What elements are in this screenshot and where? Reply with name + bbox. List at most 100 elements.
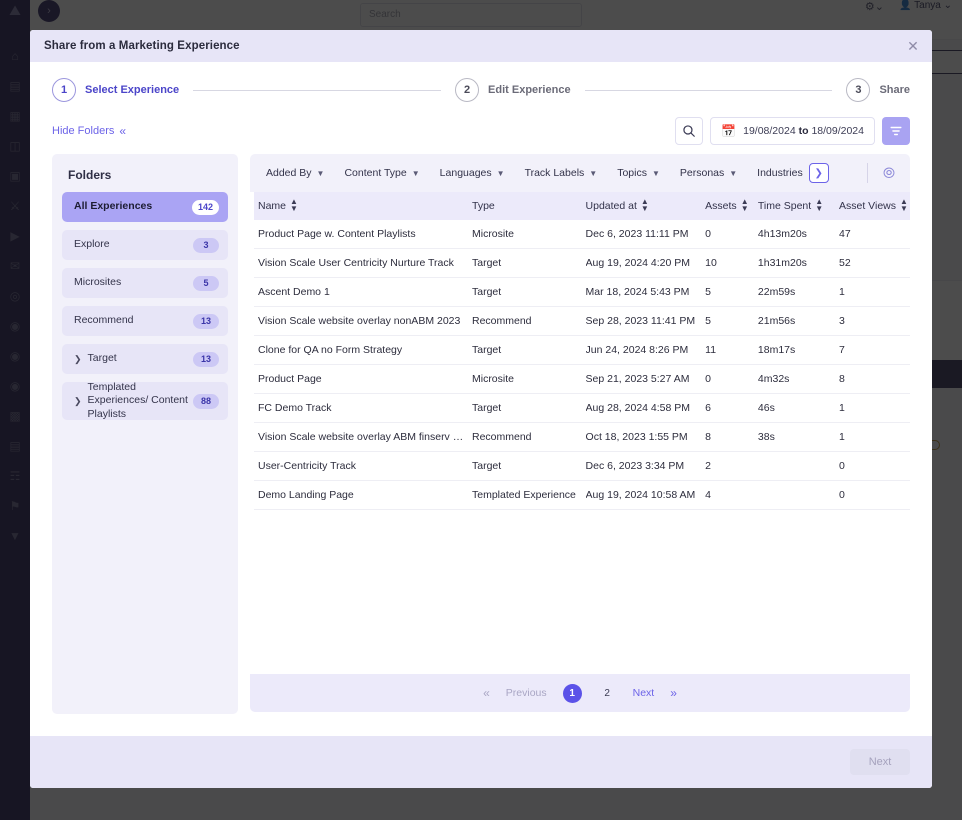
table-row[interactable]: Ascent Demo 1 Target Mar 18, 2024 5:43 PM 5… <box>254 277 910 307</box>
table-row[interactable]: Product Page w. Content Playlists Microsi… <box>254 219 910 249</box>
chevron-right-icon[interactable]: ❯ <box>74 396 82 407</box>
cell-views: 8 <box>839 364 910 394</box>
step-3-label: Share <box>879 84 911 96</box>
pagination-first-button[interactable]: « <box>483 686 490 700</box>
pagination-last-button[interactable]: » <box>670 686 677 700</box>
column-header-type[interactable]: Type <box>472 192 586 220</box>
chevron-down-icon: ▼ <box>589 168 598 178</box>
cell-assets: 0 <box>705 219 758 249</box>
sort-icon[interactable]: ▲ ▼ <box>290 198 298 213</box>
table-row[interactable]: Vision Scale website overlay ABM finserv… <box>254 422 910 452</box>
sort-icon[interactable]: ▲ ▼ <box>641 198 649 213</box>
folder-count: 13 <box>193 313 219 329</box>
filter-icon[interactable] <box>882 117 910 145</box>
column-label: Name <box>258 199 287 212</box>
step-3-number: 3 <box>846 78 871 102</box>
folder-item-recommend[interactable]: Recommend 13 <box>62 306 228 336</box>
cell-updated: Dec 6, 2023 3:34 PM <box>585 451 706 481</box>
cell-time: 21m56s <box>757 306 839 336</box>
cell-name: Product Page w. Content Playlists <box>254 219 472 249</box>
cell-updated: Aug 28, 2024 4:58 PM <box>585 393 706 423</box>
sort-icon[interactable]: ▲ ▼ <box>900 198 908 213</box>
folder-item-target[interactable]: ❯ Target 13 <box>62 344 228 374</box>
filter-chip-content-type[interactable]: Content Type ▼ <box>344 167 419 179</box>
cell-type: Target <box>471 335 586 365</box>
pagination-page-2[interactable]: 2 <box>598 684 617 703</box>
column-label: Type <box>471 199 495 212</box>
cell-time: 46s <box>757 393 839 423</box>
filter-chip-track-labels[interactable]: Track Labels ▼ <box>525 167 598 179</box>
modal-header: Share from a Marketing Experience ✕ <box>30 30 932 62</box>
pagination-next-button[interactable]: Next <box>633 687 655 699</box>
cell-time <box>757 480 839 510</box>
cell-type: Target <box>471 248 586 278</box>
cell-views: 0 <box>839 451 910 481</box>
folder-item-explore[interactable]: Explore 3 <box>62 230 228 260</box>
date-range-picker[interactable]: 📅 19/08/2024 to 18/09/2024 <box>710 117 875 145</box>
folder-label: Recommend <box>74 314 134 327</box>
cell-assets: 4 <box>705 480 758 510</box>
folder-count: 142 <box>191 199 219 215</box>
clear-filters-icon[interactable]: ⦾ <box>878 162 900 184</box>
table-row[interactable]: Clone for QA no Form Strategy Target Jun 2… <box>254 335 910 365</box>
filter-chip-personas[interactable]: Personas ▼ <box>680 167 737 179</box>
cell-assets: 10 <box>705 248 758 278</box>
next-button[interactable]: Next <box>850 749 910 775</box>
column-header-asset-views[interactable]: Asset Views ▲ ▼ <box>839 192 910 220</box>
close-icon[interactable]: ✕ <box>904 37 922 55</box>
chevron-right-icon[interactable]: ❯ <box>74 354 82 365</box>
folder-item-all-experiences[interactable]: All Experiences 142 <box>62 192 228 222</box>
folder-item-microsites[interactable]: Microsites 5 <box>62 268 228 298</box>
table-row[interactable]: FC Demo Track Target Aug 28, 2024 4:58 PM 6… <box>254 393 910 423</box>
column-header-name[interactable]: Name ▲ ▼ <box>254 192 472 220</box>
chip-label: Topics <box>617 167 647 179</box>
step-share[interactable]: 3 Share <box>846 78 910 102</box>
cell-updated: Sep 21, 2023 5:27 AM <box>585 364 706 394</box>
pagination-page-1[interactable]: 1 <box>562 683 582 703</box>
filter-chip-added-by[interactable]: Added By ▼ <box>266 167 324 179</box>
step-select-experience[interactable]: 1 Select Experience <box>52 78 179 102</box>
cell-assets: 0 <box>705 364 758 394</box>
table-row[interactable]: Demo Landing Page Templated Experience Aug… <box>254 480 910 510</box>
table-row[interactable]: User-Centricity Track Target Dec 6, 2023 3… <box>254 451 910 481</box>
table-row[interactable]: Vision Scale User Centricity Nurture Tra… <box>254 248 910 278</box>
step-edit-experience[interactable]: 2 Edit Experience <box>455 78 571 102</box>
folders-panel: Folders All Experiences 142 Explore 3 Mi… <box>52 154 238 714</box>
step-connector-1 <box>193 89 442 91</box>
folder-item-templated-experiences[interactable]: ❯ Templated Experiences/ Content Playlis… <box>62 381 228 420</box>
chip-label: Industries <box>757 167 803 179</box>
column-header-updated-at[interactable]: Updated at ▲ ▼ <box>586 192 706 220</box>
cell-time: 4m32s <box>757 364 839 394</box>
chip-label: Personas <box>679 167 725 179</box>
hide-folders-label: Hide Folders <box>52 125 115 137</box>
search-icon[interactable] <box>675 117 704 145</box>
cell-name: Vision Scale User Centricity Nurture Tra… <box>254 248 472 278</box>
cell-views: 1 <box>839 422 910 452</box>
hide-folders-button[interactable]: Hide Folders « <box>52 124 126 138</box>
column-header-time-spent[interactable]: Time Spent ▲ ▼ <box>758 192 839 220</box>
table-row[interactable]: Vision Scale website overlay nonABM 2023… <box>254 306 910 336</box>
cell-type: Target <box>471 393 586 423</box>
column-label: Updated at <box>585 199 637 212</box>
chip-label: Content Type <box>344 167 407 179</box>
cell-time: 22m59s <box>757 277 839 307</box>
cell-updated: Sep 28, 2023 11:41 PM <box>585 306 706 336</box>
cell-name: Vision Scale website overlay ABM finserv… <box>254 422 472 452</box>
folder-label: Target <box>87 352 117 365</box>
sort-icon[interactable]: ▲ ▼ <box>741 198 749 213</box>
chevron-right-icon[interactable]: ❯ <box>808 163 829 183</box>
table-row[interactable]: Product Page Microsite Sep 21, 2023 5:27 A… <box>254 364 910 394</box>
sort-icon[interactable]: ▲ ▼ <box>815 198 823 213</box>
cell-views: 1 <box>839 277 910 307</box>
filter-chip-topics[interactable]: Topics ▼ <box>617 167 660 179</box>
cell-time <box>757 451 839 481</box>
chip-label: Languages <box>439 167 492 179</box>
filter-chip-industries[interactable]: Industries <box>757 167 803 179</box>
pagination-previous-button[interactable]: Previous <box>506 687 547 699</box>
calendar-icon: 📅 <box>721 124 737 138</box>
filter-chip-languages[interactable]: Languages ▼ <box>440 167 505 179</box>
stepper: 1 Select Experience 2 Edit Experience 3 … <box>30 62 932 110</box>
cell-assets: 8 <box>705 422 758 452</box>
column-header-assets[interactable]: Assets ▲ ▼ <box>705 192 758 220</box>
cell-type: Recommend <box>471 422 586 452</box>
